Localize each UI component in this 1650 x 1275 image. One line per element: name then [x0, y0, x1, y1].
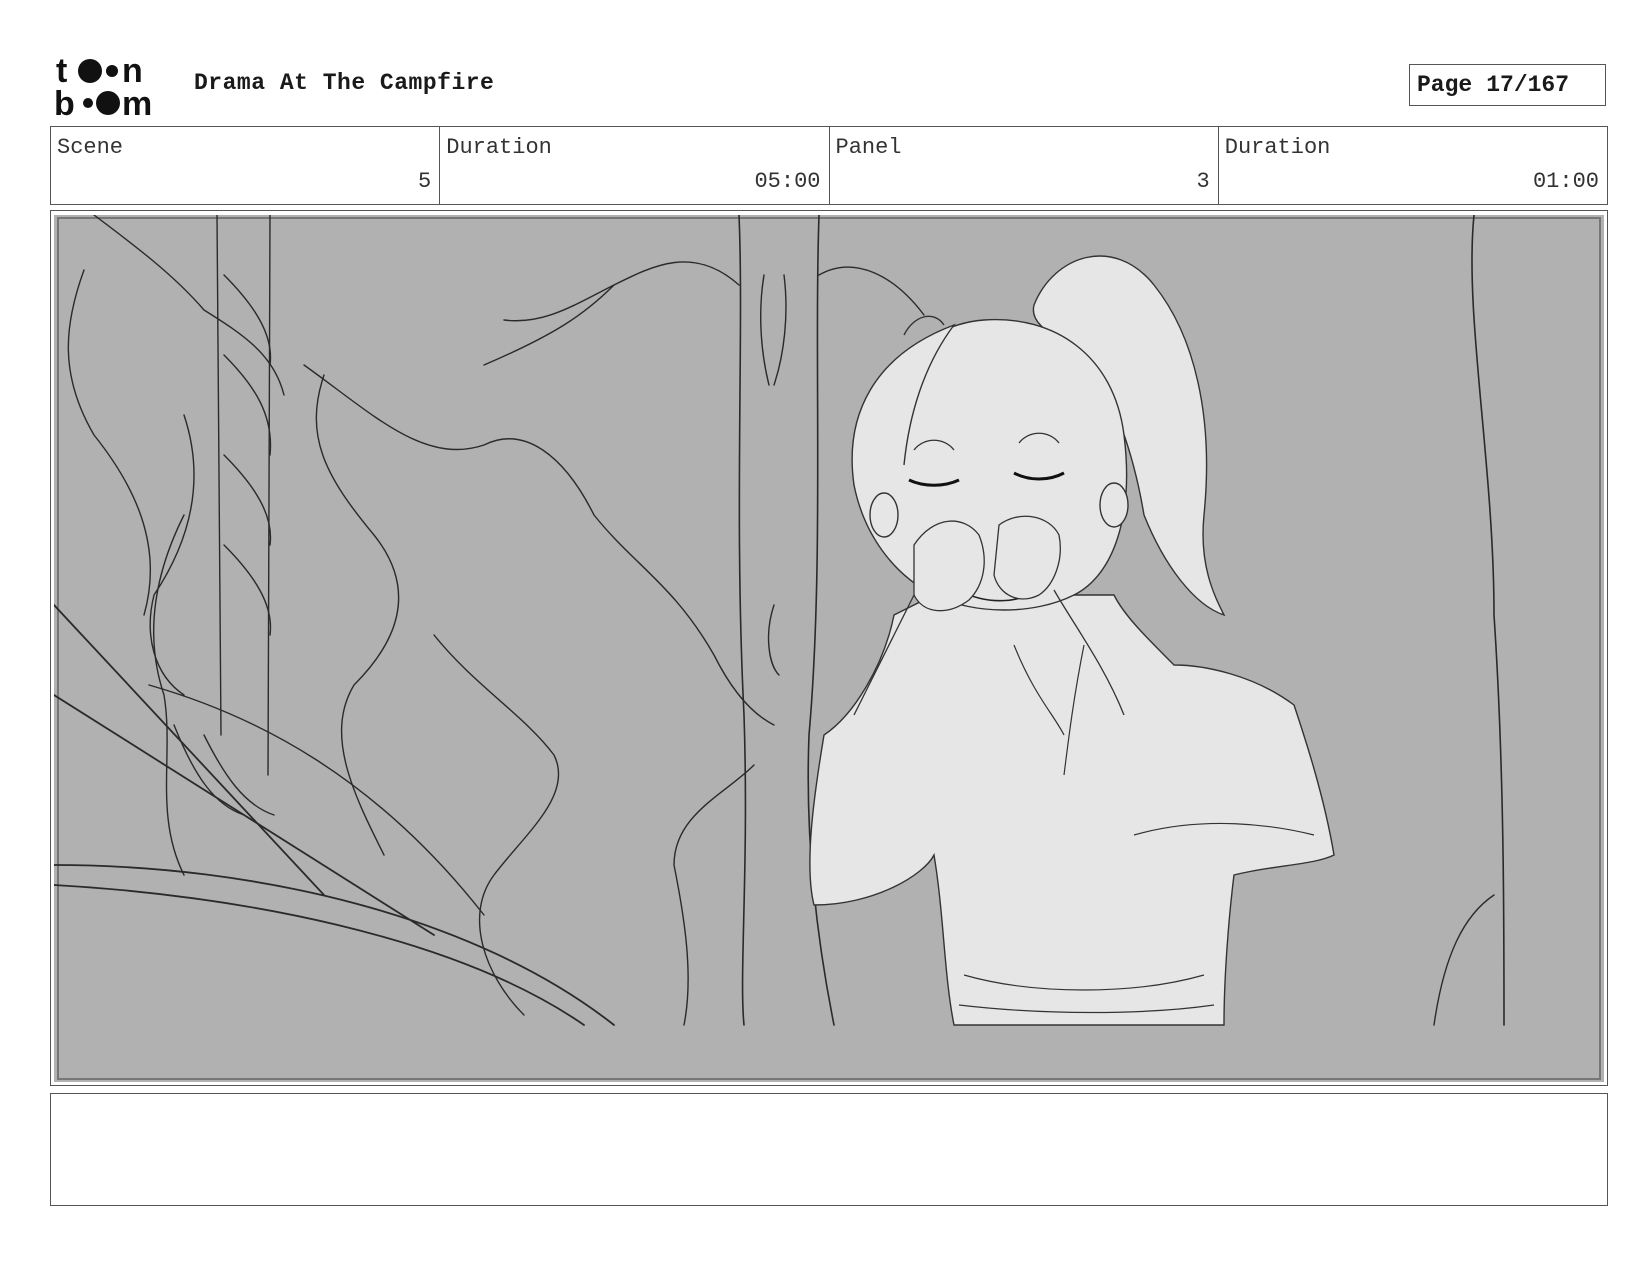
scene-value: 5 [418, 169, 432, 194]
page-number: 17/167 [1486, 72, 1570, 98]
panel-duration-cell: Duration 01:00 [1219, 127, 1607, 204]
panel-value: 3 [1196, 169, 1210, 194]
panel-info-row: Scene 5 Duration 05:00 Panel 3 Duration … [50, 126, 1608, 205]
svg-text:b: b [54, 85, 75, 118]
page-indicator: Page 17/167 [1409, 64, 1606, 106]
scene-duration-value: 05:00 [754, 169, 821, 194]
storyboard-sketch-image [54, 215, 1604, 1082]
page-label: Page [1417, 72, 1473, 98]
panel-background [54, 215, 1604, 1082]
project-title: Drama At The Campfire [194, 70, 495, 96]
panel-duration-label: Duration [1224, 135, 1331, 160]
panel-cell: Panel 3 [830, 127, 1219, 204]
svg-text:m: m [122, 85, 152, 118]
toon-boom-logo: t n b m [54, 52, 152, 118]
panel-notes-box [50, 1093, 1608, 1206]
scene-label: Scene [57, 135, 124, 160]
scene-duration-cell: Duration 05:00 [440, 127, 830, 204]
scene-duration-label: Duration [446, 135, 552, 160]
scene-cell: Scene 5 [51, 127, 441, 204]
panel-duration-value: 01:00 [1532, 169, 1599, 194]
panel-label: Panel [835, 135, 902, 160]
